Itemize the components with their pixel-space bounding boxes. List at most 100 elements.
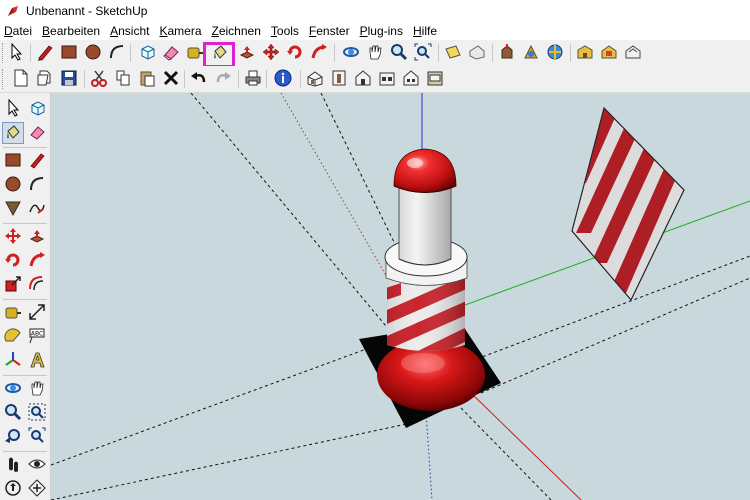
top-view-button[interactable]	[328, 68, 350, 90]
polygon-tool-button[interactable]	[2, 198, 24, 220]
tape-measure-tool-button[interactable]	[2, 302, 24, 324]
toolbar-grip[interactable]	[2, 69, 6, 89]
undo-button[interactable]	[188, 68, 210, 90]
left-view-button[interactable]	[424, 68, 446, 90]
protractor-tool-button[interactable]	[2, 326, 24, 348]
zoom-extents-button[interactable]	[412, 42, 434, 64]
zoom-tool-button[interactable]	[388, 42, 410, 64]
share-model-button[interactable]	[520, 42, 542, 64]
freehand-tool-button[interactable]	[26, 198, 48, 220]
cut-button[interactable]	[88, 68, 110, 90]
zoom-window-icon	[28, 403, 46, 424]
new-file-button[interactable]	[10, 68, 32, 90]
paste-button[interactable]	[136, 68, 158, 90]
front-view-button[interactable]	[352, 68, 374, 90]
text-tool-button[interactable]: ABC	[26, 326, 48, 348]
previous-view-button[interactable]	[2, 426, 24, 448]
rotate-tool-button[interactable]	[284, 42, 306, 64]
pan-tool-button[interactable]	[364, 42, 386, 64]
open-file-button[interactable]	[34, 68, 56, 90]
previous-view-icon	[4, 427, 22, 448]
menu-ansicht[interactable]: Ansicht	[105, 22, 154, 40]
top-view-icon	[330, 69, 348, 90]
follow-me-tool-button[interactable]	[308, 42, 330, 64]
menu-tools[interactable]: Tools	[266, 22, 304, 40]
upper-cylinder[interactable]	[398, 182, 452, 266]
get-models-button[interactable]	[496, 42, 518, 64]
zoom-extents-button[interactable]	[26, 426, 48, 448]
move-tool-button[interactable]	[2, 226, 24, 248]
zoom-icon	[390, 43, 408, 64]
follow-me-tool-button[interactable]	[26, 250, 48, 272]
axes-tool-button[interactable]	[2, 350, 24, 372]
get-photo-texture-icon	[546, 43, 564, 64]
component-browser-button[interactable]	[622, 42, 644, 64]
pan-tool-button[interactable]	[26, 378, 48, 400]
red-cap[interactable]	[393, 148, 457, 193]
zoom-tool-button[interactable]	[2, 402, 24, 424]
striped-plane[interactable]	[556, 93, 707, 313]
pencil-tool-button[interactable]	[34, 42, 56, 64]
warehouse-button[interactable]	[574, 42, 596, 64]
select-icon	[9, 42, 25, 64]
back-view-button[interactable]	[400, 68, 422, 90]
paint-bucket-tool-button[interactable]	[2, 122, 24, 144]
drawing-viewport[interactable]	[51, 93, 750, 500]
rectangle-tool-button[interactable]	[2, 150, 24, 172]
toggle-terrain-button[interactable]	[466, 42, 488, 64]
walk-tool-button[interactable]	[2, 454, 24, 476]
menu-bar: Datei Bearbeiten Ansicht Kamera Zeichnen…	[0, 22, 750, 40]
arc-tool-button[interactable]	[106, 42, 128, 64]
push-pull-tool-button[interactable]	[236, 42, 258, 64]
scale-tool-button[interactable]	[2, 274, 24, 296]
line-tool-button[interactable]	[26, 150, 48, 172]
3d-text-tool-button[interactable]	[26, 350, 48, 372]
add-location-button[interactable]	[442, 42, 464, 64]
model-info-button[interactable]	[272, 68, 294, 90]
undo-icon	[190, 69, 208, 90]
section-plane-tool-button[interactable]	[26, 478, 48, 500]
print-button[interactable]	[242, 68, 264, 90]
redo-button[interactable]	[212, 68, 234, 90]
select-tool-button[interactable]	[2, 98, 24, 120]
menu-fenster[interactable]: Fenster	[304, 22, 355, 40]
dimension-tool-button[interactable]	[26, 302, 48, 324]
select-tool-button[interactable]	[6, 42, 28, 64]
menu-zeichnen[interactable]: Zeichnen	[207, 22, 266, 40]
circle-tool-button[interactable]	[2, 174, 24, 196]
erase-button[interactable]	[160, 68, 182, 90]
arc-tool-button[interactable]	[26, 174, 48, 196]
orbit-tool-button[interactable]	[340, 42, 362, 64]
menu-plug-ins[interactable]: Plug-ins	[355, 22, 408, 40]
sketchup-icon	[6, 4, 20, 18]
right-view-button[interactable]	[376, 68, 398, 90]
3d-scene[interactable]	[51, 93, 750, 500]
menu-datei[interactable]: Datei	[0, 22, 37, 40]
extension-warehouse-button[interactable]	[598, 42, 620, 64]
eraser-tool-button[interactable]	[160, 42, 182, 64]
make-component-button[interactable]	[26, 98, 48, 120]
zoom-window-tool-button[interactable]	[26, 402, 48, 424]
menu-kamera[interactable]: Kamera	[154, 22, 206, 40]
copy-button[interactable]	[112, 68, 134, 90]
position-camera-tool-button[interactable]	[2, 478, 24, 500]
rectangle-tool-button[interactable]	[58, 42, 80, 64]
look-around-tool-button[interactable]	[26, 454, 48, 476]
offset-tool-button[interactable]	[26, 274, 48, 296]
orbit-tool-button[interactable]	[2, 378, 24, 400]
share-model-icon	[624, 43, 642, 64]
save-file-button[interactable]	[58, 68, 80, 90]
left-view-icon	[426, 69, 444, 90]
toolbar-separator	[238, 70, 239, 88]
push-pull-tool-button[interactable]	[26, 226, 48, 248]
iso-view-button[interactable]	[304, 68, 326, 90]
menu-hilfe[interactable]: Hilfe	[408, 22, 442, 40]
eraser-tool-button[interactable]	[26, 122, 48, 144]
freehand-icon	[28, 199, 46, 220]
make-component-button[interactable]	[136, 42, 158, 64]
rotate-tool-button[interactable]	[2, 250, 24, 272]
menu-bearbeiten[interactable]: Bearbeiten	[37, 22, 105, 40]
move-tool-button[interactable]	[260, 42, 282, 64]
circle-tool-button[interactable]	[82, 42, 104, 64]
get-photo-texture-button[interactable]	[544, 42, 566, 64]
